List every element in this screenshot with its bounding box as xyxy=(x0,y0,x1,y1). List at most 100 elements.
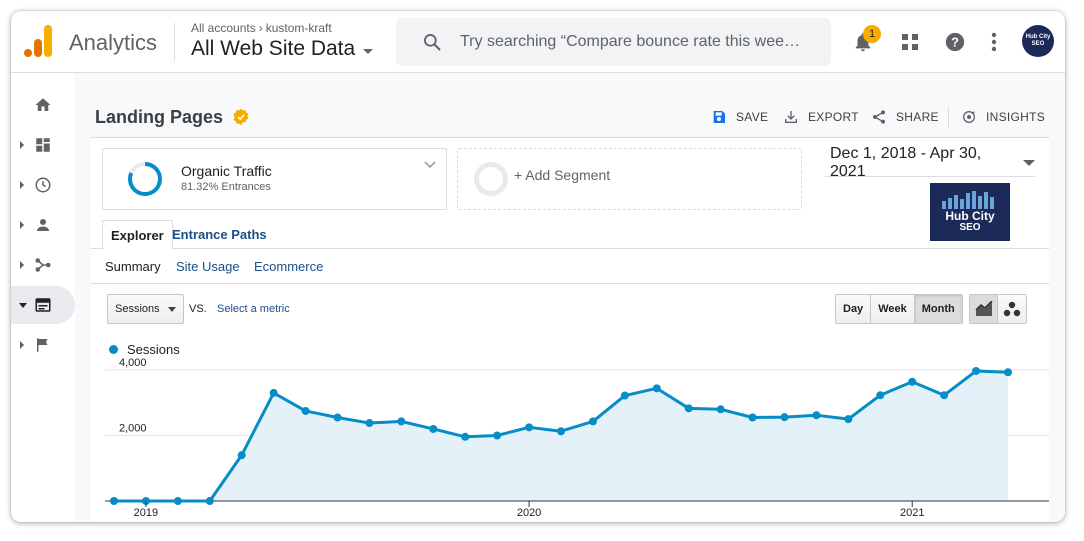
top-bar: Analytics All accounts › kustom-kraft All … xyxy=(11,11,1065,73)
acquisition-icon xyxy=(35,258,51,272)
data-point xyxy=(493,431,502,440)
data-point xyxy=(748,413,757,422)
behavior-icon xyxy=(35,298,51,312)
app-name: Analytics xyxy=(69,30,158,55)
x-tick-label: 2021 xyxy=(900,507,924,519)
tab-explorer[interactable]: Explorer xyxy=(102,220,173,250)
download-icon xyxy=(785,111,797,123)
data-point xyxy=(461,432,470,441)
line-chart-button[interactable] xyxy=(970,295,998,323)
data-point xyxy=(620,391,629,400)
more-vert-icon[interactable] xyxy=(981,29,1007,55)
segment-donut-icon xyxy=(128,162,162,196)
data-point xyxy=(397,417,406,426)
granularity-month-button[interactable]: Month xyxy=(914,295,962,323)
subnav-summary[interactable]: Summary xyxy=(105,259,161,274)
help-icon[interactable]: ? xyxy=(942,29,968,55)
expand-arrow-icon xyxy=(20,261,24,269)
view-name: All Web Site Data xyxy=(191,37,356,60)
vs-label: VS. xyxy=(189,303,207,315)
save-icon xyxy=(713,111,725,123)
report-panel: Organic Traffic 81.32% Entrances + Add S… xyxy=(91,137,1049,522)
x-tick-label: 2020 xyxy=(517,507,541,519)
metric-dropdown[interactable]: Sessions xyxy=(107,294,184,324)
expand-arrow-icon xyxy=(20,221,24,229)
segment-name: Organic Traffic xyxy=(181,163,272,179)
sidebar xyxy=(11,73,75,522)
tab-entrance-paths[interactable]: Entrance Paths xyxy=(164,220,275,249)
granularity-day-button[interactable]: Day xyxy=(836,295,872,323)
sidebar-item-customization[interactable] xyxy=(11,126,75,164)
export-button[interactable]: EXPORT xyxy=(783,109,859,125)
data-point xyxy=(429,424,438,433)
data-point xyxy=(812,411,821,420)
caret-down-icon xyxy=(1023,159,1035,166)
view-selector[interactable]: All Web Site Data xyxy=(191,37,374,61)
subnav-ecommerce[interactable]: Ecommerce xyxy=(254,259,323,274)
verified-badge-icon xyxy=(233,108,249,126)
data-point xyxy=(525,423,534,432)
motion-chart-button[interactable] xyxy=(998,295,1026,323)
caret-down-icon xyxy=(363,48,374,54)
audience-person-icon xyxy=(37,219,49,231)
chart-type-toggle xyxy=(969,294,1027,324)
analytics-logo-icon[interactable] xyxy=(24,25,52,57)
line-chart-icon xyxy=(974,301,993,316)
chevron-down-icon[interactable] xyxy=(424,159,436,171)
avatar[interactable]: Hub City SEO xyxy=(1022,25,1054,57)
share-label: SHARE xyxy=(896,110,939,124)
select-metric-link[interactable]: Select a metric xyxy=(217,303,290,315)
avatar-text: Hub City SEO xyxy=(1025,34,1051,47)
apps-grid-icon[interactable] xyxy=(897,29,923,55)
realtime-clock-icon xyxy=(35,177,51,193)
data-point xyxy=(173,497,182,505)
sidebar-item-audience[interactable] xyxy=(11,206,75,244)
equalizer-bars-icon xyxy=(942,191,994,209)
expand-arrow-icon xyxy=(20,341,24,349)
data-point xyxy=(110,497,118,505)
data-point xyxy=(269,388,278,397)
data-point xyxy=(780,413,789,422)
search-bar[interactable]: Try searching “Compare bounce rate this … xyxy=(396,18,831,66)
breadcrumb[interactable]: All accounts › kustom-kraft xyxy=(191,21,332,35)
sidebar-item-realtime[interactable] xyxy=(11,166,75,204)
sidebar-item-home[interactable] xyxy=(11,86,75,124)
sidebar-item-acquisition[interactable] xyxy=(11,246,75,284)
data-point xyxy=(716,405,725,414)
share-icon xyxy=(873,110,885,124)
browser-window: Analytics All accounts › kustom-kraft All … xyxy=(11,11,1065,522)
expand-arrow-icon xyxy=(19,302,27,308)
date-range-picker[interactable]: Dec 1, 2018 - Apr 30, 2021 xyxy=(825,145,1035,180)
insights-button[interactable]: INSIGHTS xyxy=(961,109,1045,125)
subnav-site-usage[interactable]: Site Usage xyxy=(176,259,240,274)
report-tabs: Explorer Entrance Paths xyxy=(91,220,1049,250)
data-point xyxy=(652,384,661,393)
sidebar-item-conversions[interactable] xyxy=(11,326,75,364)
breadcrumb-account[interactable]: All accounts xyxy=(191,21,256,35)
main-content: Landing Pages SAVE EXPORT SHARE INSIGHTS… xyxy=(75,73,1065,522)
metric-dropdown-value: Sessions xyxy=(115,303,160,315)
data-point xyxy=(684,404,693,413)
add-segment-label: + Add Segment xyxy=(514,167,611,183)
save-button[interactable]: SAVE xyxy=(711,109,768,125)
empty-segment-ring-icon xyxy=(474,162,508,196)
data-point xyxy=(557,427,565,436)
share-button[interactable]: SHARE xyxy=(871,109,939,125)
page-title: Landing Pages xyxy=(95,107,224,127)
breadcrumb-property[interactable]: kustom-kraft xyxy=(266,21,332,35)
svg-text:?: ? xyxy=(951,35,959,50)
segment-card[interactable]: Organic Traffic 81.32% Entrances xyxy=(102,148,447,210)
granularity-week-button[interactable]: Week xyxy=(871,295,915,323)
sidebar-item-behavior[interactable] xyxy=(11,286,75,324)
data-point xyxy=(301,406,310,415)
y-tick-label: 2,000 xyxy=(119,423,147,435)
explorer-subnav: Summary Site Usage Ecommerce xyxy=(91,250,1049,284)
date-range-text: Dec 1, 2018 - Apr 30, 2021 xyxy=(830,144,982,180)
expand-arrow-icon xyxy=(20,141,24,149)
divider xyxy=(174,23,175,61)
add-segment-button[interactable]: + Add Segment xyxy=(457,148,802,210)
sessions-chart[interactable]: 2,000 4,000 2019 2020 2021 xyxy=(91,356,1049,522)
data-point xyxy=(205,497,214,505)
data-point xyxy=(940,391,949,400)
export-label: EXPORT xyxy=(808,110,859,124)
